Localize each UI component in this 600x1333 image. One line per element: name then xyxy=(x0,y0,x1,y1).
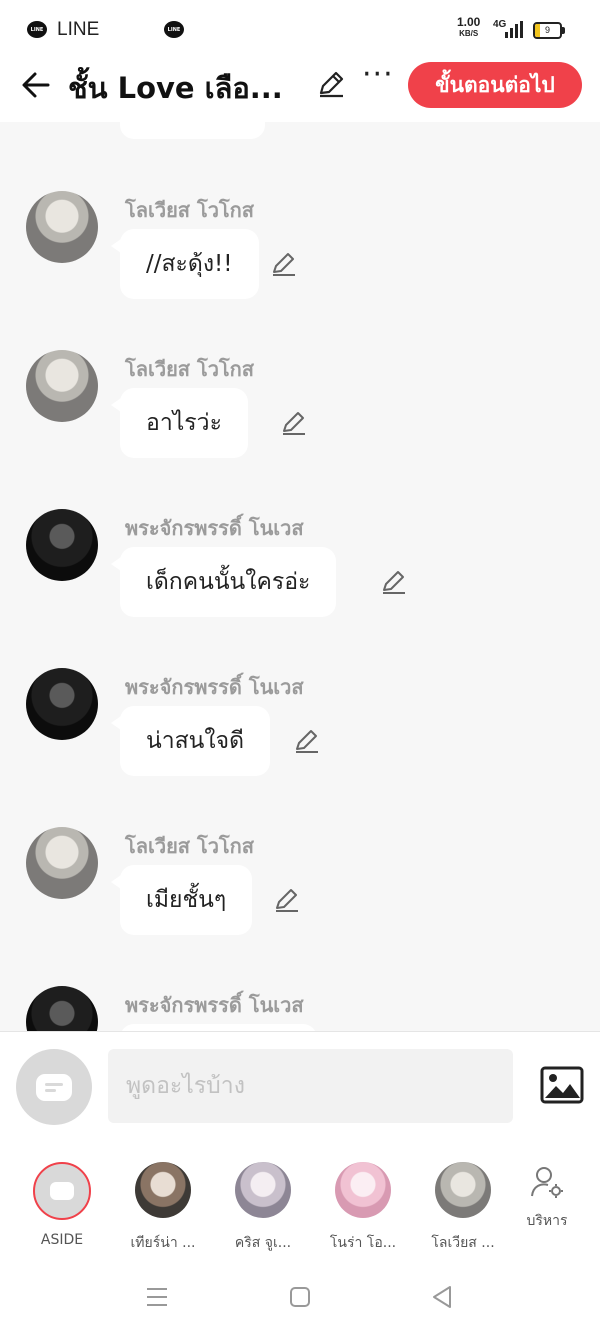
message-text: เมียชั้นๆ xyxy=(146,887,227,913)
network-speed-value: 1.00 xyxy=(457,15,481,29)
network-speed: 1.00 KB/S xyxy=(457,15,481,39)
status-bar: LINE LINE LINE 1.00 KB/S 4G 9 xyxy=(0,0,600,60)
menu-icon[interactable] xyxy=(144,1284,170,1310)
edit-message-icon[interactable] xyxy=(273,886,301,914)
battery-icon: 9 xyxy=(533,22,565,39)
character-label: คริส จูเ... xyxy=(234,1235,292,1251)
message-bubble[interactable]: เมียชั้นๆ xyxy=(110,865,253,935)
avatar[interactable] xyxy=(26,191,98,263)
character-aside[interactable]: ASIDE xyxy=(12,1162,112,1248)
character-label: ASIDE xyxy=(40,1232,84,1248)
character-label: เทียร์น่า ... xyxy=(130,1235,196,1251)
battery-level: 9 xyxy=(544,25,550,35)
edit-message-icon[interactable] xyxy=(280,409,308,437)
avatar[interactable] xyxy=(26,827,98,899)
avatar xyxy=(435,1162,491,1218)
user-settings-icon xyxy=(531,1167,563,1198)
chat-bubble-icon xyxy=(36,1074,72,1101)
manage-label: บริหาร xyxy=(526,1213,568,1229)
manage-button[interactable]: บริหาร xyxy=(515,1164,579,1232)
sender-name: พระจักรพรรดิ์ โนเวส xyxy=(125,993,304,1017)
message-row: พระจักรพรรดิ์ โนเวส xyxy=(0,986,600,1031)
message-text: อาไรว่ะ xyxy=(146,410,222,436)
signal-icon xyxy=(505,21,523,38)
back-arrow-icon[interactable] xyxy=(18,66,56,104)
image-icon[interactable] xyxy=(540,1066,584,1104)
character-label: โนร่า โอ... xyxy=(329,1235,397,1251)
message-bubble[interactable] xyxy=(120,1024,317,1031)
message-bubble[interactable]: อาไรว่ะ xyxy=(111,388,248,458)
sender-name: พระจักรพรรดิ์ โนเวส xyxy=(125,675,304,699)
previous-message-bubble[interactable] xyxy=(120,122,265,139)
message-bubble[interactable]: //สะดุ้ง!! xyxy=(111,229,259,299)
avatar[interactable] xyxy=(26,350,98,422)
edit-message-icon[interactable] xyxy=(293,727,321,755)
message-input-bar xyxy=(0,1031,600,1143)
message-text: เด็กคนนั้นใครอ่ะ xyxy=(146,569,311,595)
character-item[interactable]: โลเวียส ... xyxy=(413,1162,513,1254)
next-step-button[interactable]: ขั้นตอนต่อไป xyxy=(408,62,582,108)
message-row: โลเวียส โวโกส //สะดุ้ง!! xyxy=(0,191,600,331)
message-row: โลเวียส โวโกส อาไรว่ะ xyxy=(0,350,600,490)
network-speed-unit: KB/S xyxy=(459,29,479,38)
message-list[interactable]: โลเวียส โวโกส //สะดุ้ง!! โลเวียส โวโกส อ… xyxy=(0,122,600,1031)
line-app-icon: LINE xyxy=(27,21,47,38)
sender-name: โลเวียส โวโกส xyxy=(125,198,254,222)
chat-bubble-icon xyxy=(50,1182,74,1200)
aside-avatar xyxy=(33,1162,91,1220)
avatar[interactable] xyxy=(26,668,98,740)
edit-message-icon[interactable] xyxy=(270,250,298,278)
message-text: น่าสนใจดี xyxy=(146,728,245,754)
message-text: //สะดุ้ง!! xyxy=(146,251,233,277)
chat-title: ชั้น Love เลือ... xyxy=(68,71,283,105)
sender-name: โลเวียส โวโกส xyxy=(125,834,254,858)
message-row: พระจักรพรรดิ์ โนเวส น่าสนใจดี xyxy=(0,668,600,808)
message-bubble[interactable]: เด็กคนนั้นใครอ่ะ xyxy=(110,547,337,617)
message-bubble[interactable]: น่าสนใจดี xyxy=(110,706,271,776)
more-icon[interactable]: ··· xyxy=(362,60,393,96)
message-input[interactable] xyxy=(108,1049,513,1123)
avatar xyxy=(335,1162,391,1218)
avatar[interactable] xyxy=(26,509,98,581)
character-label: โลเวียส ... xyxy=(431,1235,495,1251)
message-row: พระจักรพรรดิ์ โนเวส เด็กคนนั้นใครอ่ะ xyxy=(0,509,600,649)
narration-toggle-button[interactable] xyxy=(16,1049,92,1125)
character-item[interactable]: คริส จูเ... xyxy=(213,1162,313,1254)
system-navigation-bar xyxy=(0,1262,600,1333)
edit-message-icon[interactable] xyxy=(380,568,408,596)
character-selector: ASIDE เทียร์น่า ... คริส จูเ... โนร่า โอ… xyxy=(0,1142,600,1262)
line-notification-icon: LINE xyxy=(164,21,184,38)
avatar xyxy=(135,1162,191,1218)
message-row: โลเวียส โวโกส เมียชั้นๆ xyxy=(0,827,600,967)
edit-title-icon[interactable] xyxy=(316,69,346,99)
sender-name: โลเวียส โวโกส xyxy=(125,357,254,381)
character-item[interactable]: โนร่า โอ... xyxy=(313,1162,413,1254)
chat-header: ชั้น Love เลือ... ··· ขั้นตอนต่อไป xyxy=(0,60,600,122)
avatar xyxy=(235,1162,291,1218)
back-icon[interactable] xyxy=(429,1284,455,1310)
avatar[interactable] xyxy=(26,986,98,1031)
status-app-name: LINE xyxy=(57,19,100,40)
sender-name: พระจักรพรรดิ์ โนเวส xyxy=(125,516,304,540)
character-item[interactable]: เทียร์น่า ... xyxy=(113,1162,213,1254)
home-icon[interactable] xyxy=(287,1284,313,1310)
